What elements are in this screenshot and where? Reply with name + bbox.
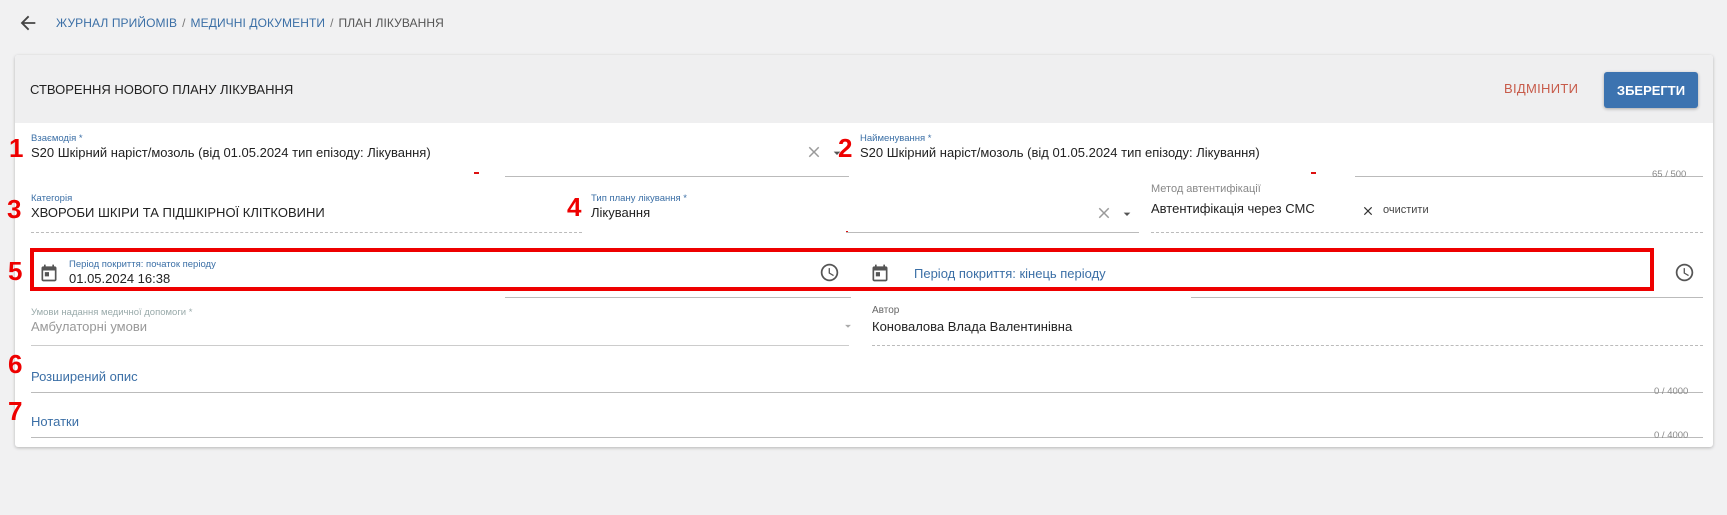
extended-description-underline <box>31 392 1703 393</box>
clear-button[interactable]: очистити <box>1383 204 1429 216</box>
breadcrumb-link-journal[interactable]: ЖУРНАЛ ПРИЙОМІВ <box>56 16 177 30</box>
annotation-highlight-box <box>30 248 1654 291</box>
card-header: СТВОРЕННЯ НОВОГО ПЛАНУ ЛІКУВАННЯ ВІДМІНИ… <box>15 55 1713 123</box>
breadcrumb-separator: / <box>182 16 186 30</box>
close-icon[interactable] <box>805 143 823 161</box>
breadcrumb-current: ПЛАН ЛІКУВАННЯ <box>338 16 444 30</box>
cancel-button[interactable]: ВІДМІНИТИ <box>1504 75 1578 103</box>
interaction-label: Взаємодія * <box>31 133 83 144</box>
name-value: S20 Шкірний наріст/мозоль (від 01.05.202… <box>860 145 1260 160</box>
breadcrumb-link-medical-docs[interactable]: МЕДИЧНІ ДОКУМЕНТИ <box>191 16 326 30</box>
name-character-counter: 65 / 500 <box>1652 169 1687 180</box>
save-button[interactable]: ЗБЕРЕГТИ <box>1604 72 1698 108</box>
auth-method-value: Автентифікація через СМС <box>1151 201 1315 216</box>
error-marker <box>474 172 479 174</box>
breadcrumb-separator: / <box>330 16 334 30</box>
notes-placeholder: Нотатки <box>31 414 79 429</box>
care-conditions-field: Умови надання медичної допомоги * Амбула… <box>31 303 851 346</box>
period-start-underline <box>505 297 851 298</box>
close-icon[interactable] <box>1361 204 1375 218</box>
plan-type-value: Лікування <box>591 205 651 220</box>
auth-method-field[interactable]: Метод автентифікації Автентифікація чере… <box>1151 183 1703 233</box>
breadcrumb: ЖУРНАЛ ПРИЙОМІВ / МЕДИЧНІ ДОКУМЕНТИ / ПЛ… <box>17 12 444 34</box>
annotation-number-3: 3 <box>7 194 22 224</box>
care-conditions-label: Умови надання медичної допомоги * <box>31 307 193 318</box>
annotation-number-2: 2 <box>838 133 853 163</box>
annotation-number-7: 7 <box>8 396 23 426</box>
annotation-number-5: 5 <box>8 256 23 286</box>
auth-method-label: Метод автентифікації <box>1151 183 1261 195</box>
interaction-field[interactable]: Взаємодія * S20 Шкірний наріст/мозоль (в… <box>31 133 849 177</box>
author-value: Коновалова Влада Валентинівна <box>872 319 1073 334</box>
care-conditions-underline <box>31 345 849 346</box>
author-underline <box>872 345 1703 346</box>
notes-counter: 0 / 4000 <box>1654 430 1689 441</box>
name-label: Найменування * <box>860 133 932 144</box>
name-underline <box>1355 176 1703 177</box>
plan-type-field[interactable]: Тип плану лікування * Лікування <box>591 193 1139 233</box>
category-underline <box>31 232 582 233</box>
author-field: Автор Коновалова Влада Валентинівна <box>872 303 1703 346</box>
arrow-left-icon[interactable] <box>17 12 39 34</box>
notes-field[interactable]: Нотатки <box>31 398 1703 438</box>
chevron-down-icon[interactable] <box>1119 206 1135 222</box>
annotation-number-1: 1 <box>9 133 24 163</box>
name-field[interactable]: Найменування * S20 Шкірний наріст/мозоль… <box>860 133 1703 177</box>
auth-method-underline <box>1151 232 1703 233</box>
category-label: Категорія <box>31 193 73 204</box>
care-conditions-value: Амбулаторні умови <box>31 319 148 334</box>
page-title: СТВОРЕННЯ НОВОГО ПЛАНУ ЛІКУВАННЯ <box>30 82 294 97</box>
interaction-value: S20 Шкірний наріст/мозоль (від 01.05.202… <box>31 145 431 160</box>
chevron-down-icon <box>845 324 851 328</box>
plan-type-label: Тип плану лікування * <box>591 193 687 204</box>
period-end-underline <box>1191 297 1703 298</box>
category-field[interactable]: Категорія ХВОРОБИ ШКІРИ ТА ПІДШКІРНОЇ КЛ… <box>31 193 582 233</box>
clock-icon[interactable] <box>1674 262 1695 283</box>
extended-description-field[interactable]: Розширений опис <box>31 353 1703 393</box>
notes-underline <box>31 437 1703 438</box>
error-marker <box>1311 172 1316 174</box>
close-icon[interactable] <box>1095 204 1113 222</box>
plan-type-underline <box>846 232 1139 233</box>
category-value: ХВОРОБИ ШКІРИ ТА ПІДШКІРНОЇ КЛІТКОВИНИ <box>31 205 325 220</box>
annotation-number-6: 6 <box>8 349 23 379</box>
extended-description-counter: 0 / 4000 <box>1654 386 1689 397</box>
annotation-number-4: 4 <box>567 192 582 222</box>
author-label: Автор <box>872 305 900 316</box>
extended-description-placeholder: Розширений опис <box>31 369 138 384</box>
interaction-underline <box>505 176 849 177</box>
